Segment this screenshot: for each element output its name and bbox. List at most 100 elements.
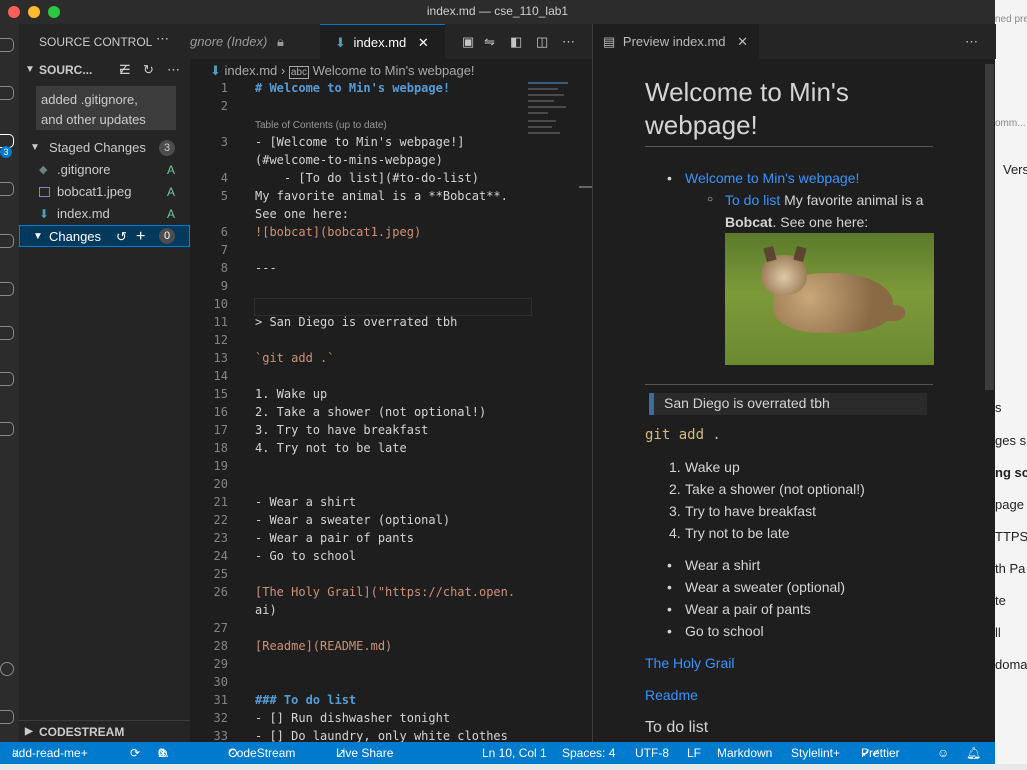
preview-scrollbar[interactable] (985, 64, 994, 390)
line-number: 20 (213, 477, 228, 491)
chevron-down-icon: ▼ (25, 64, 35, 75)
editor-pane: gnore (Index) 🔒︎ ⬇ index.md ✕ ▣ ⇋ ◧ ◫ ⋯ … (190, 24, 592, 743)
changes-header[interactable]: ▼ Changes ↺ + 0 (19, 225, 190, 247)
feedback-icon[interactable]: ☺ (937, 742, 949, 764)
codestream-section[interactable]: ▶ CODESTREAM (19, 720, 190, 742)
line-number: 23 (213, 531, 228, 545)
staged-file-item[interactable]: bobcat1.jpeg A (19, 181, 190, 203)
minimize-window-button[interactable] (28, 6, 40, 18)
line-number: 30 (213, 675, 228, 689)
more-actions-icon[interactable]: ⋯ (156, 31, 169, 47)
background-window: ned pre omm... Vers s ges s ng sc page T… (995, 0, 1027, 770)
toc-codelens[interactable]: Table of Contents (up to date) (255, 120, 387, 131)
end-of-line[interactable]: LF (687, 742, 701, 764)
code-line: - Go to school (255, 549, 357, 563)
holy-grail-link[interactable]: The Holy Grail (645, 655, 734, 671)
bullet-icon: • (667, 557, 672, 573)
close-window-button[interactable] (8, 6, 20, 18)
staged-file-item[interactable]: ◆ .gitignore A (19, 159, 190, 181)
line-number: 21 (213, 495, 228, 509)
sync-icon[interactable]: ⟳ (130, 742, 140, 764)
split-editor-icon[interactable]: ◫ (536, 24, 548, 59)
commit-check-icon[interactable]: ✓ (118, 59, 129, 81)
list-number: 3. (669, 503, 681, 519)
toc-link-todo[interactable]: To do list (725, 192, 780, 208)
commit-message-input[interactable]: added .gitignore, and other updates (36, 86, 176, 130)
testing-icon[interactable] (0, 326, 14, 340)
staged-file-item[interactable]: ⬇ index.md A (19, 203, 190, 225)
code-line: - Wear a pair of pants (255, 531, 414, 545)
codestream-label: CodeStream (228, 746, 296, 760)
bg-text: ges s (995, 433, 1027, 448)
list-number: 2. (669, 481, 681, 497)
explorer-icon[interactable] (0, 38, 14, 52)
staged-count-badge: 3 (159, 140, 175, 156)
file-name: bobcat1.jpeg (57, 184, 132, 199)
line-number: 18 (213, 441, 228, 455)
inline-text: . See one here: (772, 214, 869, 230)
code-line: > San Diego is overrated tbh (255, 315, 458, 329)
section-title: SOURC... (39, 63, 93, 77)
code-line: `git add .` (255, 351, 335, 365)
more-actions-icon[interactable]: ⋯ (167, 59, 180, 81)
compare-changes-icon[interactable]: ⇋ (484, 24, 495, 59)
line-number: 5 (220, 189, 228, 203)
minimap[interactable] (528, 80, 578, 170)
codestream-icon[interactable] (0, 422, 14, 436)
breadcrumb-file[interactable]: index.md (225, 63, 278, 78)
heading-line: Welcome to Min's (645, 77, 849, 107)
bg-text: ned pre (995, 14, 1027, 25)
live-share-icon[interactable] (0, 372, 14, 386)
branch-label: add-read-me+ (12, 746, 88, 760)
markdown-preview-pane: ▤ Preview index.md ✕ ⋯ Welcome to Min's … (592, 24, 996, 742)
staged-changes-header[interactable]: ▼ Staged Changes 3 (19, 137, 190, 159)
bobcat-image (725, 233, 934, 365)
stage-all-icon[interactable]: + (136, 226, 145, 248)
tab-label: index.md (353, 35, 407, 50)
encoding[interactable]: UTF-8 (635, 742, 669, 764)
code-line: - [Welcome to Min's webpage!] (255, 135, 465, 149)
language-mode[interactable]: Markdown (717, 742, 772, 764)
settings-gear-icon[interactable] (0, 710, 14, 724)
more-actions-icon[interactable]: ⋯ (562, 24, 575, 59)
staged-changes-label: Staged Changes (49, 140, 146, 155)
zoom-window-button[interactable] (48, 6, 60, 18)
more-actions-icon[interactable]: ⋯ (965, 24, 978, 59)
line-number: 31 (213, 693, 228, 707)
list-text: Wake up (685, 459, 740, 475)
preview-side-icon[interactable]: ◧ (510, 24, 522, 59)
code-line: My favorite animal is a **Bobcat**. (255, 189, 508, 203)
file-status: A (166, 185, 175, 199)
remote-explorer-icon[interactable] (0, 282, 14, 296)
notifications-bell-icon[interactable]: 🔔︎ (966, 742, 981, 764)
source-control-badge: 3 (0, 146, 12, 158)
indentation[interactable]: Spaces: 4 (562, 742, 615, 764)
breadcrumb-section[interactable]: Welcome to Min's webpage! (313, 63, 475, 78)
extensions-icon[interactable] (0, 234, 14, 248)
current-line-highlight (254, 298, 532, 316)
code-line: [The Holy Grail]("https://chat.open. (255, 585, 516, 599)
cursor-position[interactable]: Ln 10, Col 1 (482, 742, 547, 764)
scrollbar-thumb[interactable] (579, 186, 592, 188)
line-number: 33 (213, 729, 228, 743)
code-line: [Readme](README.md) (255, 639, 393, 653)
search-icon[interactable] (0, 86, 14, 100)
discard-all-icon[interactable]: ↺ (116, 226, 127, 248)
tab-index-md[interactable]: ⬇ index.md ✕ (320, 24, 445, 59)
line-number: 24 (213, 549, 228, 563)
chevron-right-icon: ▶ (25, 726, 33, 737)
line-number: 28 (213, 639, 228, 653)
account-icon[interactable] (0, 662, 14, 676)
refresh-icon[interactable]: ↻ (143, 59, 154, 81)
tab-gitignore-index[interactable]: gnore (Index) 🔒︎ (190, 24, 320, 59)
open-preview-icon[interactable]: ▣ (462, 24, 474, 59)
readme-link[interactable]: Readme (645, 687, 698, 703)
bg-text: TTPS (995, 529, 1027, 544)
close-tab-icon[interactable]: ✕ (737, 34, 748, 49)
toc-link-welcome[interactable]: Welcome to Min's webpage! (685, 170, 859, 186)
stylelint-item[interactable]: Stylelint+ (791, 742, 840, 764)
close-tab-icon[interactable]: ✕ (418, 35, 429, 50)
run-debug-icon[interactable] (0, 182, 14, 196)
tab-preview-index-md[interactable]: ▤ Preview index.md ✕ (593, 24, 759, 59)
repo-section-header[interactable]: ▼ SOURC... ☰ ✓ ↻ ⋯ (19, 59, 190, 81)
